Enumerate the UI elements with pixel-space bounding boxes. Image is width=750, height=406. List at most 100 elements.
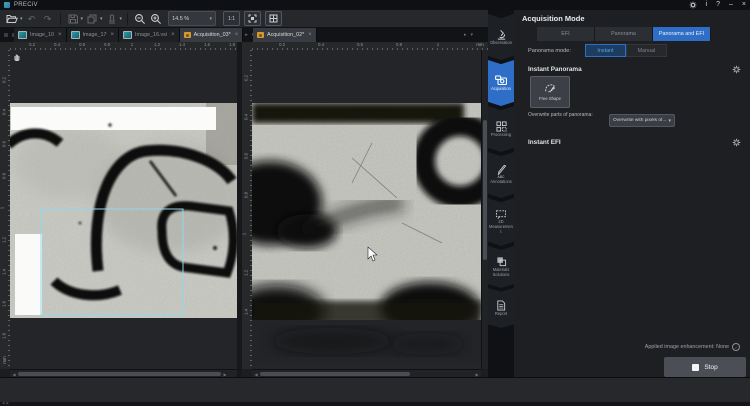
live-micrograph-image[interactable] xyxy=(252,103,481,363)
redo-button[interactable]: ↷ xyxy=(41,12,55,26)
actual-size-button[interactable]: 1:1 xyxy=(223,11,240,26)
zoom-level-chevron-icon: ▾ xyxy=(210,16,213,22)
ruler-tick-label: 1.8 xyxy=(229,42,235,47)
scroll-left-icon[interactable]: ◀ xyxy=(10,372,18,377)
window-bottom-edge: ◀ ▶ xyxy=(0,402,750,406)
acquisition-settings-panel: Acquisition Mode EFI Panorama Panorama a… xyxy=(514,10,750,377)
nav-item-observation[interactable]: Observation xyxy=(488,14,514,60)
tab-acquisition-03[interactable]: Acquisition_03* × xyxy=(180,28,244,42)
nav-item-processing[interactable]: Processing xyxy=(488,106,514,152)
zoom-level-select[interactable]: 14.5 % ▾ xyxy=(168,11,216,26)
nav-item-acquisition[interactable]: Acquisition xyxy=(488,60,514,106)
tab-image-16-vsi[interactable]: Image_16.vsi × xyxy=(119,28,180,42)
statusbar: 846.61 / 722.97 RGB (183,188,194) Acquis… xyxy=(0,377,750,403)
ruler-tick-label: 0.8 xyxy=(2,173,7,179)
overwrite-mode-dropdown[interactable]: Overwrite with pixels of... ▾ xyxy=(609,114,675,127)
camera-icon xyxy=(495,75,507,86)
left-image-viewport[interactable] xyxy=(10,50,237,369)
tab-close-icon[interactable]: × xyxy=(308,32,312,38)
stamp-tool-chevron-icon[interactable]: ▾ xyxy=(120,16,123,22)
ruler-tick-label: 1 xyxy=(242,233,247,235)
ruler-tick-label: 0.4 xyxy=(318,42,324,47)
nav-item-annotations[interactable]: ABC Annotations xyxy=(488,152,514,198)
undo-button[interactable]: ↶ xyxy=(25,12,39,26)
instant-efi-settings-gear-icon[interactable] xyxy=(732,138,741,147)
main-toolbar: ▾ ↶ ↷ ▾ ▾ ▾ 14.5 % ▾ 1:1 xyxy=(0,10,488,28)
ruler-tick-label: 0.8 xyxy=(396,42,402,47)
app-title: PRECiV xyxy=(14,2,38,8)
close-button[interactable]: × xyxy=(742,0,746,10)
copy-tool-chevron-icon[interactable]: ▾ xyxy=(100,16,103,22)
dropdown-chevron-icon: ▾ xyxy=(668,118,671,124)
save-tool-button[interactable] xyxy=(66,12,80,26)
pane-menu-icon[interactable]: ▾ xyxy=(471,32,474,38)
panorama-mode-manual[interactable]: Manual xyxy=(626,44,667,57)
mode-tab-panorama[interactable]: Panorama xyxy=(595,27,653,41)
pane-overflow-icon[interactable]: ▸ xyxy=(464,32,467,38)
settings-gear-icon[interactable] xyxy=(689,1,697,9)
processing-grid-icon xyxy=(496,121,507,132)
mode-tab-efi[interactable]: EFI xyxy=(537,27,595,41)
ruler-tick-label: 0.2 xyxy=(244,75,249,81)
ruler-tick-label: 1.2 xyxy=(244,270,249,276)
free-shape-tool-button[interactable]: Free Shape xyxy=(530,76,570,108)
nav-label: Observation xyxy=(489,41,514,46)
info-button[interactable]: i xyxy=(706,0,708,10)
ruler-tick-label: 0.6 xyxy=(79,42,85,47)
tab-close-icon[interactable]: × xyxy=(235,32,239,38)
fit-to-screen-button[interactable] xyxy=(244,11,261,26)
layout-views-button[interactable] xyxy=(265,11,282,26)
save-tool-chevron-icon[interactable]: ▾ xyxy=(81,16,84,22)
ruler-tick-label: 1 xyxy=(131,42,133,47)
left-micrograph-image[interactable] xyxy=(10,103,237,318)
instant-panorama-heading: Instant Panorama xyxy=(528,66,582,73)
panorama-mode-instant[interactable]: Instant xyxy=(585,44,626,57)
zoom-out-button[interactable] xyxy=(133,12,147,26)
scrollbar-thumb[interactable] xyxy=(483,120,487,260)
tab-image-17[interactable]: Image_17 × xyxy=(67,28,120,42)
stop-acquisition-button[interactable]: Stop xyxy=(664,357,746,377)
scroll-right-icon[interactable]: ▶ xyxy=(221,372,229,377)
toolbar-separator xyxy=(127,13,128,25)
tab-label: Acquisition_03* xyxy=(194,32,231,38)
ruler-tick-label: 0.4 xyxy=(54,42,60,47)
open-file-chevron-icon[interactable]: ▾ xyxy=(20,16,23,22)
open-file-button[interactable] xyxy=(5,12,19,26)
tab-overflow-right-icon[interactable]: ▸ xyxy=(245,32,248,38)
toolbar-separator xyxy=(60,13,61,25)
instant-panorama-settings-gear-icon[interactable] xyxy=(732,65,741,74)
application-window: PRECiV i ? – × ▾ ↶ ↷ ▾ ▾ xyxy=(0,0,750,406)
right-live-viewport[interactable] xyxy=(252,50,481,369)
stop-button-label: Stop xyxy=(704,364,717,371)
nav-item-report[interactable]: Report xyxy=(488,288,514,328)
copy-tool-button[interactable] xyxy=(85,12,99,26)
acquisition-file-icon xyxy=(257,32,264,38)
tab-acquisition-02[interactable]: Acquisition_02* × xyxy=(253,28,317,42)
app-logo-icon xyxy=(4,2,10,8)
nav-item-materials-solutions[interactable]: Materials Solutions xyxy=(488,246,514,288)
enhancement-info-icon[interactable]: i xyxy=(732,343,740,351)
nav-label: Processing xyxy=(489,133,514,138)
scroll-left-icon[interactable]: ◀ xyxy=(252,372,260,377)
nav-label: Materials Solutions xyxy=(489,268,514,277)
document-tabbar: Image_10 × Image_17 × Image_16.vsi × Acq… xyxy=(0,28,488,42)
stop-square-icon xyxy=(692,364,699,371)
scroll-right-icon[interactable]: ▶ xyxy=(473,372,481,377)
nav-item-2d-measurement[interactable]: 2D Measurement xyxy=(488,198,514,246)
tab-scroll-icon[interactable] xyxy=(4,33,8,37)
help-button[interactable]: ? xyxy=(716,0,720,10)
tab-label: Acquisition_02* xyxy=(267,32,304,38)
scrollbar-thumb[interactable] xyxy=(260,372,410,376)
report-document-icon xyxy=(496,300,506,311)
mode-tab-panorama-and-efi[interactable]: Panorama and EFI xyxy=(653,27,711,41)
pen-icon xyxy=(496,165,507,175)
tab-close-icon[interactable]: × xyxy=(171,32,175,38)
stamp-tool-button[interactable] xyxy=(105,12,119,26)
tab-close-icon[interactable]: × xyxy=(110,32,114,38)
tab-image-10[interactable]: Image_10 × xyxy=(14,28,67,42)
ruler-tick-label: 0.4 xyxy=(2,109,7,115)
zoom-in-button[interactable] xyxy=(149,12,163,26)
scrollbar-thumb[interactable] xyxy=(18,372,221,376)
minimize-button[interactable]: – xyxy=(729,0,733,10)
tab-close-icon[interactable]: × xyxy=(58,32,62,38)
